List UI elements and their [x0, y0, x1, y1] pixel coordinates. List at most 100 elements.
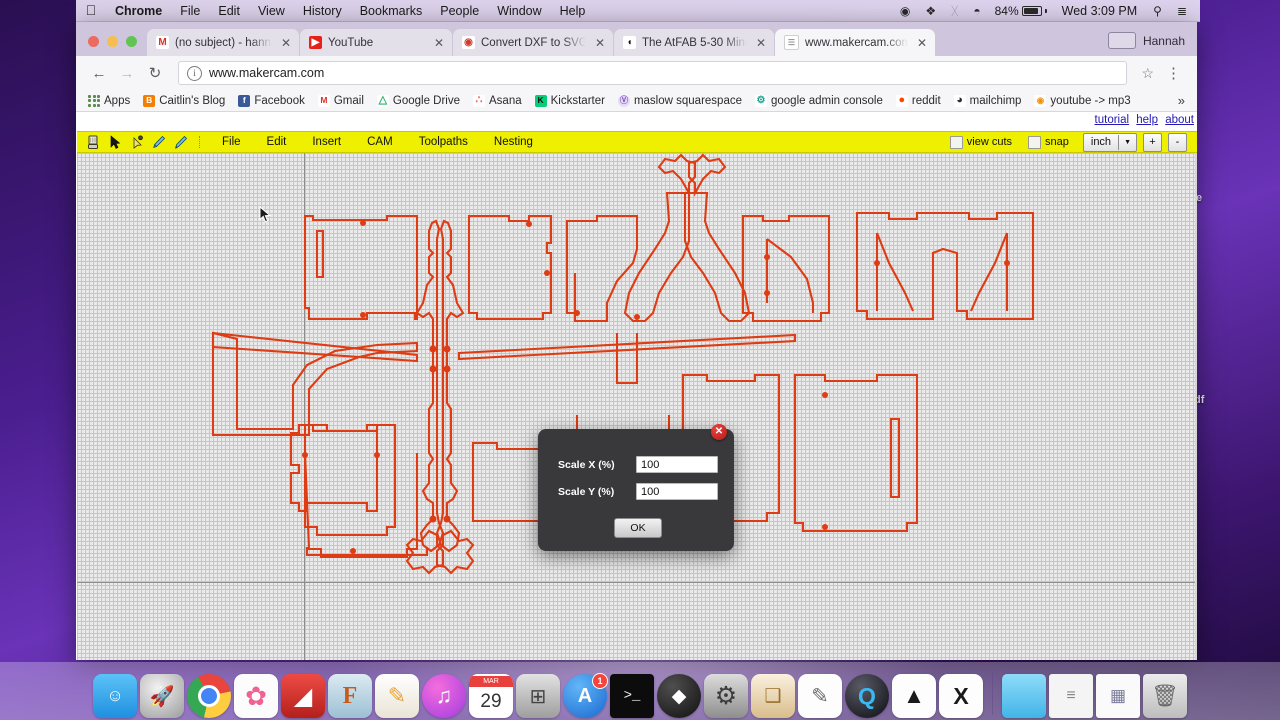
link-tutorial[interactable]: tutorial [1095, 114, 1130, 126]
bookmark-facebook[interactable]: f Facebook [232, 93, 311, 109]
wifi-icon[interactable]: ◓ [966, 0, 987, 22]
dock-item-app-store[interactable]: A1 [563, 673, 608, 718]
dock-item-pages[interactable]: ✎ [375, 674, 419, 718]
address-bar[interactable]: i www.makercam.com [178, 61, 1128, 85]
unit-select[interactable]: inch ▼ [1082, 132, 1137, 152]
dock-item-calendar[interactable]: MAR 29 [469, 674, 513, 718]
dock-item-inkscape[interactable]: ▲ [892, 674, 936, 718]
pencil-draw-tool-icon[interactable] [149, 133, 169, 151]
cnc-part-drawing[interactable] [77, 153, 1197, 660]
pen-tool-icon[interactable] [171, 133, 191, 151]
chrome-menu-icon[interactable]: ⋮ [1160, 66, 1187, 81]
dock-item-kivy[interactable]: ◆ [657, 674, 701, 718]
zoom-out-button[interactable]: - [1168, 132, 1187, 152]
ok-button[interactable]: OK [614, 518, 662, 538]
bookmark-apps[interactable]: Apps [82, 93, 136, 109]
makercam-menu-edit[interactable]: Edit [254, 136, 300, 148]
tab-close-icon[interactable]: ✕ [278, 37, 291, 49]
record-icon[interactable]: ◉ [893, 0, 917, 22]
dock-item-quicktime-player[interactable]: Q [845, 674, 889, 718]
makercam-menu-cam[interactable]: CAM [354, 136, 406, 148]
menu-chrome[interactable]: Chrome [106, 0, 171, 22]
menu-window[interactable]: Window [488, 0, 550, 22]
snap-toggle[interactable]: snap [1028, 135, 1069, 149]
makercam-canvas[interactable]: ✕ Scale X (%) Scale Y (%) OK [77, 153, 1197, 660]
menu-people[interactable]: People [431, 0, 488, 22]
scale-x-input[interactable] [636, 456, 718, 473]
bookmark-mailchimp[interactable]: ◕ mailchimp [948, 93, 1028, 109]
canvas-scrollbar[interactable] [1195, 153, 1197, 660]
zoom-in-button[interactable]: + [1143, 132, 1162, 152]
bookmark-caitlins-blog[interactable]: B Caitlin's Blog [137, 93, 231, 109]
bookmark-star-icon[interactable]: ☆ [1137, 65, 1158, 82]
page-info-icon[interactable]: i [187, 65, 202, 81]
dock-item-launchpad[interactable]: 🚀 [140, 674, 184, 718]
bookmark-google-admin-console[interactable]: ⚙ google admin console [749, 93, 889, 109]
menu-bar-clock[interactable]: Wed 3:09 PM [1054, 0, 1146, 22]
bookmark-maslow-squarespace[interactable]: Ⓥ maslow squarespace [612, 93, 748, 109]
close-icon[interactable]: ✕ [711, 424, 727, 440]
dock-item-system-preferences[interactable]: ⚙ [704, 674, 748, 718]
bookmark-asana[interactable]: ∴ Asana [467, 93, 528, 109]
view-cuts-toggle[interactable]: view cuts [949, 135, 1012, 149]
dock-item-textedit[interactable]: ✎ [798, 674, 842, 718]
tab-close-icon[interactable]: ✕ [431, 37, 444, 49]
dock-item-trash[interactable]: 🗑 [1143, 674, 1187, 718]
scale-y-input[interactable] [636, 483, 718, 500]
profile-chip[interactable]: Hannah [1107, 32, 1197, 56]
dock-item-photos[interactable]: ✿ [234, 674, 278, 718]
menu-edit[interactable]: Edit [209, 0, 249, 22]
bookmark-youtube-mp3[interactable]: ◉ youtube -> mp3 [1028, 93, 1136, 109]
makercam-menu-toolpaths[interactable]: Toolpaths [406, 136, 481, 148]
menu-help[interactable]: Help [551, 0, 595, 22]
dropbox-icon[interactable]: ❖ [918, 0, 943, 22]
dock-item-google-chrome[interactable] [187, 674, 231, 718]
tab-gmail[interactable]: M (no subject) - hannah@mas ✕ [147, 29, 299, 56]
makercam-menu-nesting[interactable]: Nesting [481, 136, 546, 148]
forward-arrow-icon[interactable]: → [114, 60, 140, 86]
bookmark-kickstarter[interactable]: K Kickstarter [529, 93, 611, 109]
close-window-button[interactable] [88, 36, 99, 47]
bookmarks-overflow-chevron-icon[interactable]: » [1172, 93, 1191, 108]
dock-item-xquartz[interactable]: X [939, 674, 983, 718]
dock-item-calculator[interactable]: ⊞ [516, 674, 560, 718]
dock-item-itunes[interactable]: ♫ [422, 674, 466, 718]
notification-center-icon[interactable]: ≣ [1170, 0, 1194, 22]
makercam-menu-insert[interactable]: Insert [299, 136, 354, 148]
maximize-window-button[interactable] [126, 36, 137, 47]
menu-history[interactable]: History [294, 0, 351, 22]
spotlight-search-icon[interactable]: ⚲ [1146, 0, 1169, 22]
dock-item-sketchup[interactable]: ◢ [281, 674, 325, 718]
tab-convert-dxf-to-svg[interactable]: ◉ Convert DXF to SVG (Online ✕ [453, 29, 613, 56]
view-cuts-checkbox[interactable] [949, 135, 963, 149]
apple-menu-icon[interactable]:  [76, 3, 106, 19]
tab-youtube[interactable]: ▶ YouTube ✕ [300, 29, 452, 56]
dock-item-fusion-360[interactable]: F [328, 674, 372, 718]
tab-atfab-chair[interactable]: ◖ The AtFAB 5-30 Minute Cha ✕ [614, 29, 774, 56]
chevron-down-icon[interactable]: ▼ [1118, 134, 1136, 150]
minimize-window-button[interactable] [107, 36, 118, 47]
reload-icon[interactable]: ↻ [142, 60, 168, 86]
select-arrow-tool-icon[interactable] [105, 133, 125, 151]
dock-item-spreadsheet-document[interactable]: ▦ [1096, 674, 1140, 718]
node-edit-tool-icon[interactable] [127, 133, 147, 151]
tab-makercam[interactable]: ☰ www.makercam.com ✕ [775, 29, 935, 56]
dock-item-terminal[interactable]: >_ [610, 674, 654, 718]
bookmark-google-drive[interactable]: △ Google Drive [371, 93, 466, 109]
link-help[interactable]: help [1136, 114, 1158, 126]
battery-status[interactable]: 84% [989, 4, 1053, 18]
snap-checkbox[interactable] [1028, 135, 1042, 149]
bookmark-reddit[interactable]: ● reddit [890, 93, 947, 109]
menu-bookmarks[interactable]: Bookmarks [351, 0, 432, 22]
bookmark-gmail[interactable]: M Gmail [312, 93, 370, 109]
tab-close-icon[interactable]: ✕ [592, 37, 605, 49]
makercam-menu-file[interactable]: File [209, 136, 254, 148]
tab-close-icon[interactable]: ✕ [914, 37, 927, 49]
dock-item-installer-package[interactable]: ❑ [751, 674, 795, 718]
menu-file[interactable]: File [171, 0, 209, 22]
tab-close-icon[interactable]: ✕ [753, 37, 766, 49]
back-arrow-icon[interactable]: ← [86, 60, 112, 86]
link-about[interactable]: about [1165, 114, 1194, 126]
bluetooth-icon[interactable]: ᚷ [944, 0, 965, 22]
dock-item-finder[interactable]: ☺ [93, 674, 137, 718]
